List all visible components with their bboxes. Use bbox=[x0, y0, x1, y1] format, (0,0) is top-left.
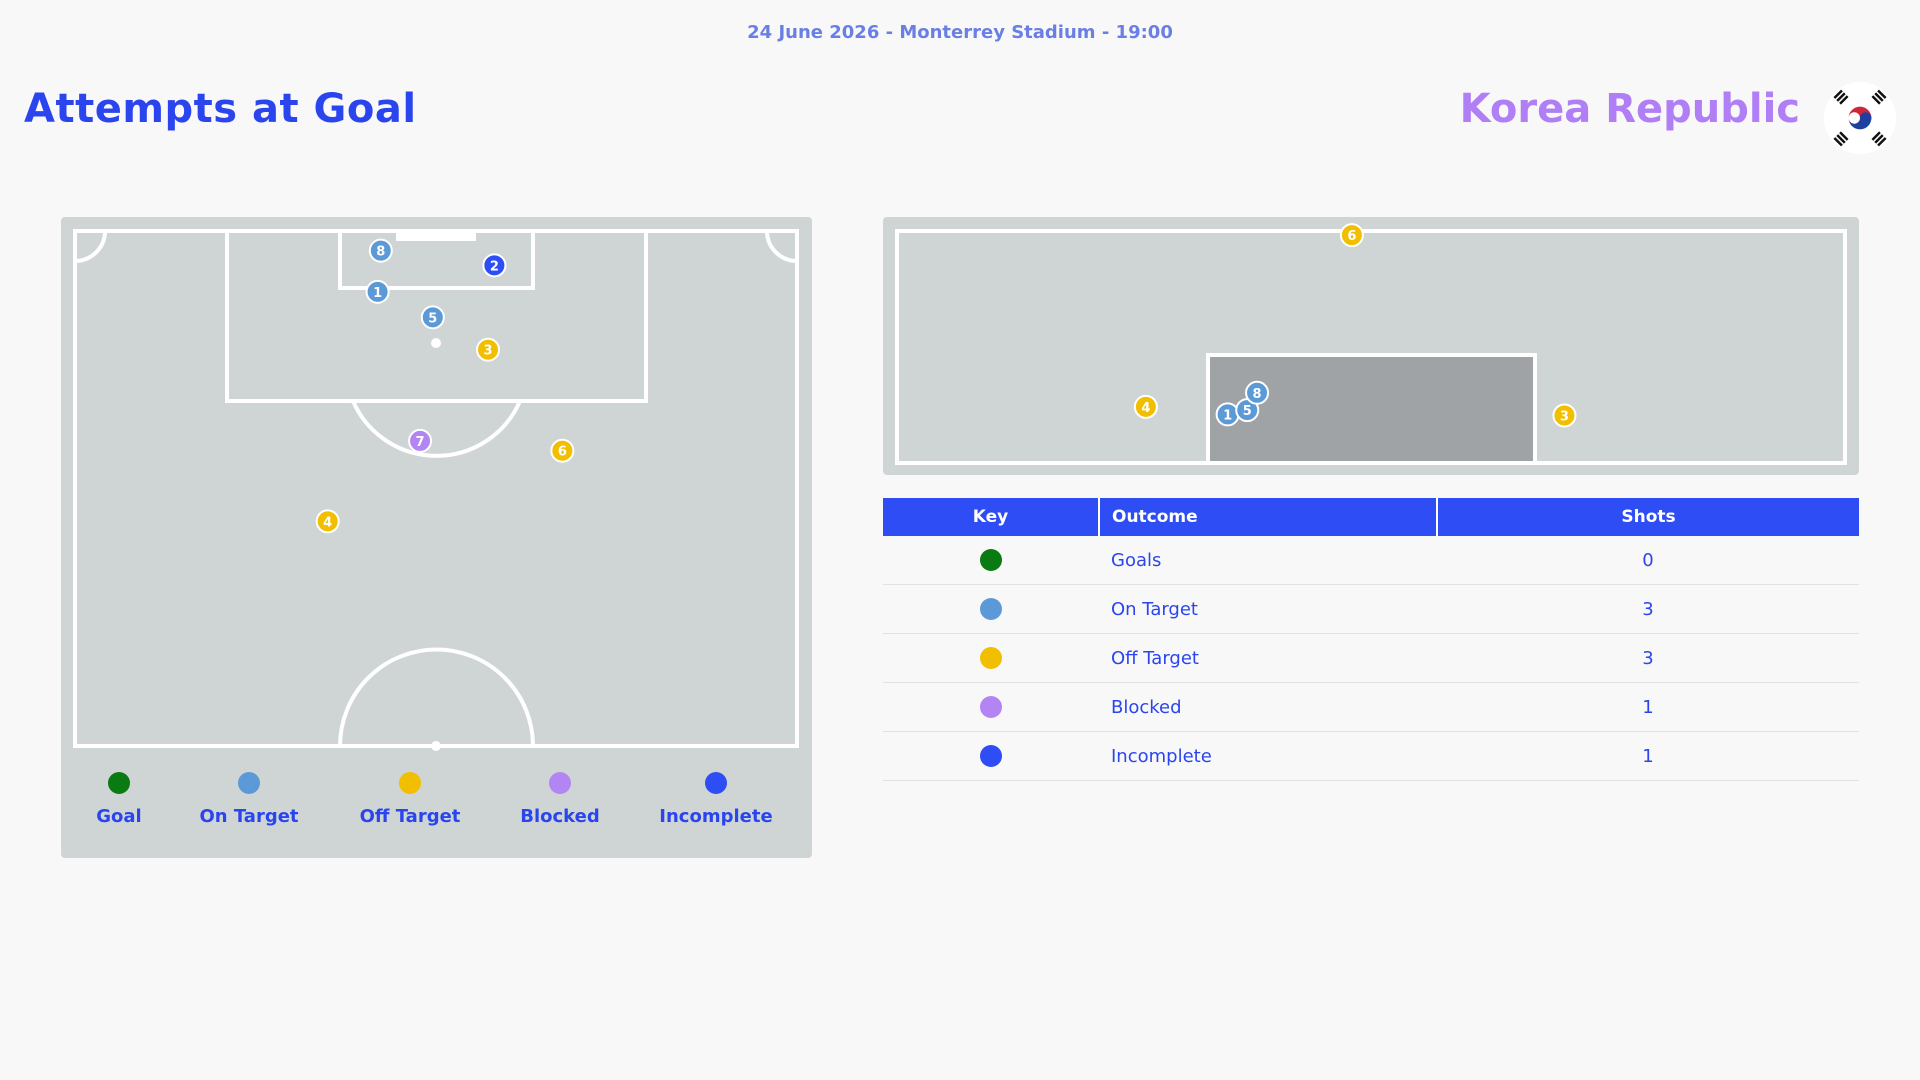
shot-number: 8 bbox=[376, 245, 385, 260]
shot-marker: 3 bbox=[476, 337, 501, 362]
outcome-cell: Goals bbox=[1099, 536, 1437, 585]
legend-item: Blocked bbox=[480, 772, 640, 827]
shot-marker: 5 bbox=[420, 305, 445, 330]
legend-label: Off Target bbox=[359, 806, 461, 827]
table-row: Goals 0 bbox=[883, 536, 1859, 585]
center-spot bbox=[431, 741, 441, 751]
shot-number: 4 bbox=[323, 515, 332, 530]
shots-cell: 1 bbox=[1437, 731, 1859, 781]
table-header-key: Key bbox=[883, 498, 1099, 536]
shot-number: 3 bbox=[1560, 409, 1569, 424]
key-cell bbox=[883, 536, 1099, 585]
shots-cell: 0 bbox=[1437, 536, 1859, 585]
key-cell bbox=[883, 584, 1099, 634]
korea-flag-icon bbox=[1823, 81, 1897, 155]
shot-number: 8 bbox=[1253, 387, 1262, 402]
key-dot bbox=[980, 549, 1002, 571]
pitch-map: 1 2 3 4 5 6 7 8 bbox=[73, 229, 799, 751]
shot-marker: 4 bbox=[1133, 394, 1158, 419]
team-name: Korea Republic bbox=[1459, 86, 1800, 132]
table-header-shots: Shots bbox=[1436, 498, 1859, 536]
table-header-outcome: Outcome bbox=[1098, 498, 1437, 536]
shot-number: 1 bbox=[1223, 408, 1232, 423]
legend: Goal On Target Off Target Blocked Incomplete bbox=[61, 772, 812, 842]
goal-mouth bbox=[396, 231, 476, 241]
shot-marker: 2 bbox=[482, 253, 507, 278]
legend-dot bbox=[549, 772, 571, 794]
key-dot bbox=[980, 696, 1002, 718]
shot-marker: 1 bbox=[1215, 402, 1240, 427]
table-row: Off Target 3 bbox=[883, 633, 1859, 683]
shots-cell: 3 bbox=[1437, 584, 1859, 634]
shot-marker: 4 bbox=[315, 509, 340, 534]
legend-item: Incomplete bbox=[636, 772, 796, 827]
legend-dot bbox=[238, 772, 260, 794]
key-cell bbox=[883, 682, 1099, 732]
legend-item: Off Target bbox=[330, 772, 490, 827]
shots-cell: 3 bbox=[1437, 633, 1859, 683]
shot-marker: 8 bbox=[368, 238, 393, 263]
penalty-spot bbox=[431, 338, 441, 348]
table-row: Incomplete 1 bbox=[883, 731, 1859, 781]
legend-label: On Target bbox=[199, 806, 299, 827]
goal-panel: 1 3 4 5 6 8 bbox=[883, 217, 1859, 475]
outcome-table: Key Outcome Shots Goals 0 On Target 3 Off Ta… bbox=[883, 498, 1859, 781]
outcome-cell: Incomplete bbox=[1099, 731, 1437, 781]
outcome-cell: On Target bbox=[1099, 584, 1437, 634]
legend-dot bbox=[108, 772, 130, 794]
shot-number: 3 bbox=[484, 344, 493, 359]
legend-label: Incomplete bbox=[659, 806, 773, 827]
legend-item: On Target bbox=[169, 772, 329, 827]
page-title: Attempts at Goal bbox=[24, 86, 417, 132]
key-dot bbox=[980, 745, 1002, 767]
shot-number: 7 bbox=[416, 435, 425, 450]
goal-map: 1 3 4 5 6 8 bbox=[895, 223, 1847, 465]
shot-number: 6 bbox=[558, 445, 567, 460]
shot-marker: 8 bbox=[1245, 380, 1270, 405]
key-dot bbox=[980, 647, 1002, 669]
legend-label: Blocked bbox=[520, 806, 600, 827]
shot-number: 5 bbox=[428, 311, 437, 326]
pitch-panel: 12345678 Goal On Target Off Target Blocked I… bbox=[61, 217, 812, 858]
shots-cell: 1 bbox=[1437, 682, 1859, 732]
shot-marker: 6 bbox=[550, 438, 575, 463]
shot-marker: 6 bbox=[1339, 223, 1364, 248]
legend-dot bbox=[705, 772, 727, 794]
key-dot bbox=[980, 598, 1002, 620]
shot-marker: 1 bbox=[365, 279, 390, 304]
outcome-cell: Blocked bbox=[1099, 682, 1437, 732]
legend-dot bbox=[399, 772, 421, 794]
shot-marker: 7 bbox=[408, 428, 433, 453]
shot-marker: 3 bbox=[1552, 403, 1577, 428]
table-row: Blocked 1 bbox=[883, 682, 1859, 732]
shot-number: 2 bbox=[490, 259, 499, 274]
outcome-cell: Off Target bbox=[1099, 633, 1437, 683]
shot-number: 4 bbox=[1141, 401, 1150, 416]
shot-number: 5 bbox=[1243, 404, 1252, 419]
match-info: 24 June 2026 - Monterrey Stadium - 19:00 bbox=[747, 22, 1173, 43]
shot-number: 1 bbox=[373, 286, 382, 301]
table-row: On Target 3 bbox=[883, 584, 1859, 634]
shot-number: 6 bbox=[1347, 229, 1356, 244]
key-cell bbox=[883, 633, 1099, 683]
key-cell bbox=[883, 731, 1099, 781]
